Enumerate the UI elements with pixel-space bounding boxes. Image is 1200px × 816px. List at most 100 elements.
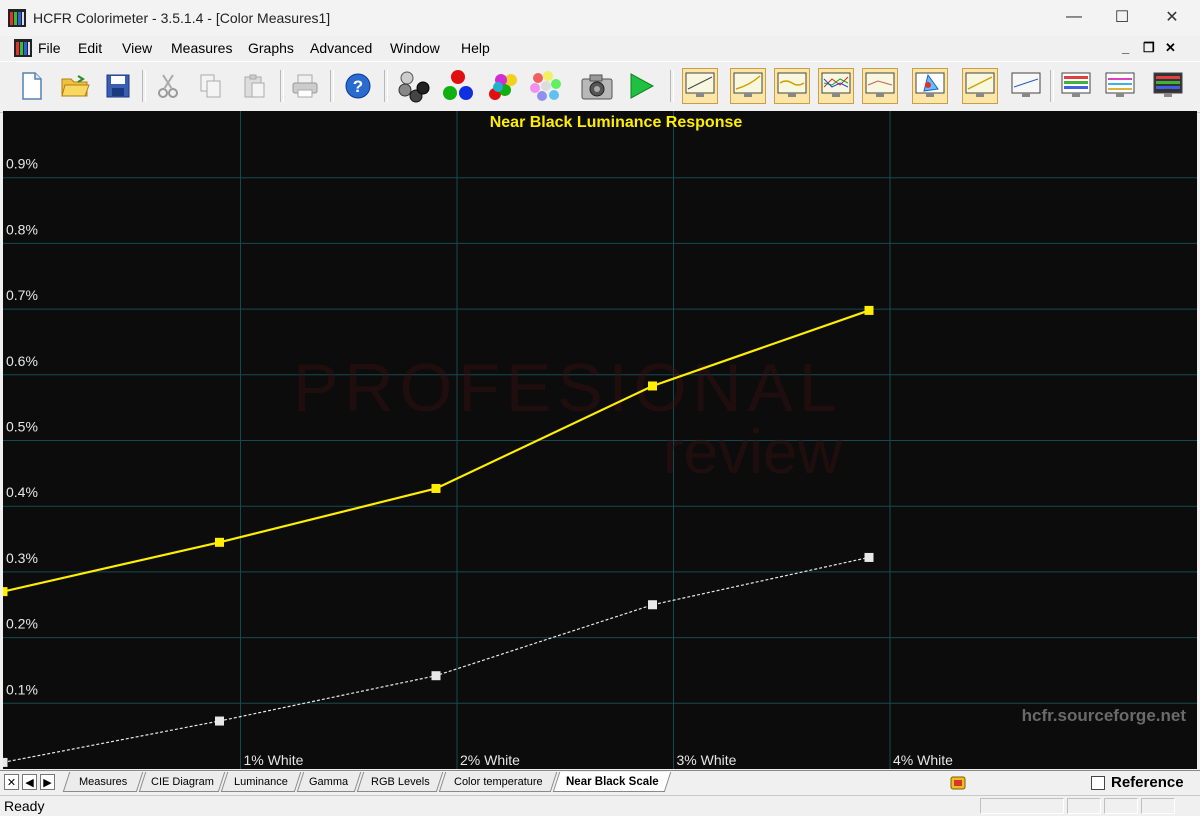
watermark-text: hcfr.sourceforge.net [1022,706,1187,725]
close-icon: ✕ [1165,9,1179,26]
menu-graphs[interactable]: Graphs [248,40,294,56]
menu-measures[interactable]: Measures [171,40,232,56]
status-panel [980,798,1064,814]
minimize-button[interactable]: — [1050,0,1098,34]
status-text: Ready [4,798,45,814]
monitor-bars-icon [1153,72,1183,97]
tab-label: CIE Diagram [150,776,214,788]
tab-gamma[interactable]: Gamma [296,772,362,792]
mdi-close-button[interactable]: ✕ [1165,40,1176,56]
camera-icon [581,74,613,100]
window-title: HCFR Colorimeter - 3.5.1.4 - [Color Meas… [33,10,331,26]
menu-help[interactable]: Help [461,40,490,56]
help-button[interactable]: ? [340,68,376,104]
toolbar-separator [670,70,674,102]
start-measure-button[interactable] [623,68,659,104]
maximize-button[interactable]: ☐ [1098,0,1146,34]
graph-view-2-button[interactable] [730,68,766,104]
mdi-restore-button[interactable]: ❐ [1143,40,1155,56]
tab-near-black-scale[interactable]: Near Black Scale [552,772,672,792]
monitor-cie-icon [915,72,945,97]
tab-color-temperature[interactable]: Color temperature [438,772,558,792]
series-1-point [0,757,8,767]
menu-edit[interactable]: Edit [78,40,102,56]
measure-grayscale-button[interactable] [396,68,432,104]
toolbar-separator [280,70,284,102]
graph-cie-button[interactable] [912,68,948,104]
cut-button[interactable] [150,68,186,104]
tab-scroll-right-button[interactable]: ▶ [40,774,55,790]
paste-button[interactable] [236,68,272,104]
status-panel [1104,798,1138,814]
measure-primaries-button[interactable] [440,68,476,104]
toolbar-separator [142,70,146,102]
graph-view-8-button[interactable] [1008,68,1044,104]
series-1-point [215,716,224,726]
maximize-icon: ☐ [1114,9,1130,26]
monitor-graph-icon [777,72,807,97]
menu-bar: File Edit View Measures Graphs Advanced … [0,36,1200,60]
y-axis-labels: 0.1% 0.2% 0.3% 0.4% 0.5% 0.6% 0.7% 0.8% 0.9% [6,156,38,698]
series-0-point [215,537,224,547]
tab-cie-diagram[interactable]: CIE Diagram [138,772,226,792]
color-balls-icon [489,74,517,100]
hcfr-app-icon [8,9,26,27]
y-tick-label: 0.7% [6,287,38,303]
mdi-minimize-button[interactable]: _ [1122,40,1129,55]
monitor-rgb-graph-icon [821,72,851,97]
graph-view-5-button[interactable] [862,68,898,104]
tab-bar: ✕ ◀ ▶ Measures CIE Diagram Luminance Gam… [0,770,1200,795]
new-file-icon [22,72,42,100]
chart-title: Near Black Luminance Response [490,114,743,131]
monitor-graph-icon [1011,72,1041,97]
tab-label: Color temperature [453,776,543,788]
graph-view-3-button[interactable] [774,68,810,104]
tab-label: RGB Levels [370,776,430,788]
watermark-logo: PROFESIONAL review [293,350,842,487]
graph-view-9-button[interactable] [1058,68,1094,104]
svg-text:review: review [663,418,842,487]
tab-rgb-levels[interactable]: RGB Levels [356,772,444,792]
series-1-point [864,552,874,562]
monitor-graph-icon [965,72,995,97]
series-line-1 [2,556,870,763]
y-tick-label: 0.2% [6,616,38,632]
series-0-point [864,305,874,315]
tab-measures[interactable]: Measures [62,772,144,792]
tab-label: Luminance [234,776,288,788]
tab-scroll-left-button[interactable]: ◀ [22,774,37,790]
grayscale-balls-icon [398,71,430,103]
monitor-bars-icon [1105,72,1135,97]
graph-view-11-button[interactable] [1150,68,1186,104]
tab-luminance[interactable]: Luminance [220,772,302,792]
new-button[interactable] [14,68,50,104]
graph-view-1-button[interactable] [682,68,718,104]
menu-window[interactable]: Window [390,40,440,56]
toolbar-separator [330,70,334,102]
open-button[interactable] [57,68,93,104]
close-button[interactable]: ✕ [1148,0,1196,34]
y-tick-label: 0.8% [6,221,38,237]
measure-secondaries-button[interactable] [484,68,520,104]
graph-view-4-button[interactable] [818,68,854,104]
y-tick-label: 0.6% [6,353,38,369]
save-button[interactable] [100,68,136,104]
graph-near-black-button[interactable] [962,68,998,104]
tab-label: Near Black Scale [565,776,659,788]
graph-view-10-button[interactable] [1102,68,1138,104]
measure-saturation-button[interactable] [528,68,564,104]
menu-view[interactable]: View [122,40,152,56]
series-1-point [648,600,657,610]
chart-panel: PROFESIONAL review Near Black Luminance … [0,111,1197,769]
close-tab-button[interactable]: ✕ [4,774,19,790]
camera-button[interactable] [579,68,615,104]
print-button[interactable] [287,68,323,104]
copy-button[interactable] [193,68,229,104]
reference-checkbox[interactable] [1091,776,1105,790]
tab-label: Gamma [309,776,349,788]
status-panel [1141,798,1175,814]
status-bar: Ready [0,795,1200,816]
document-icon[interactable] [14,39,32,57]
menu-advanced[interactable]: Advanced [310,40,372,56]
menu-file[interactable]: File [38,40,61,56]
